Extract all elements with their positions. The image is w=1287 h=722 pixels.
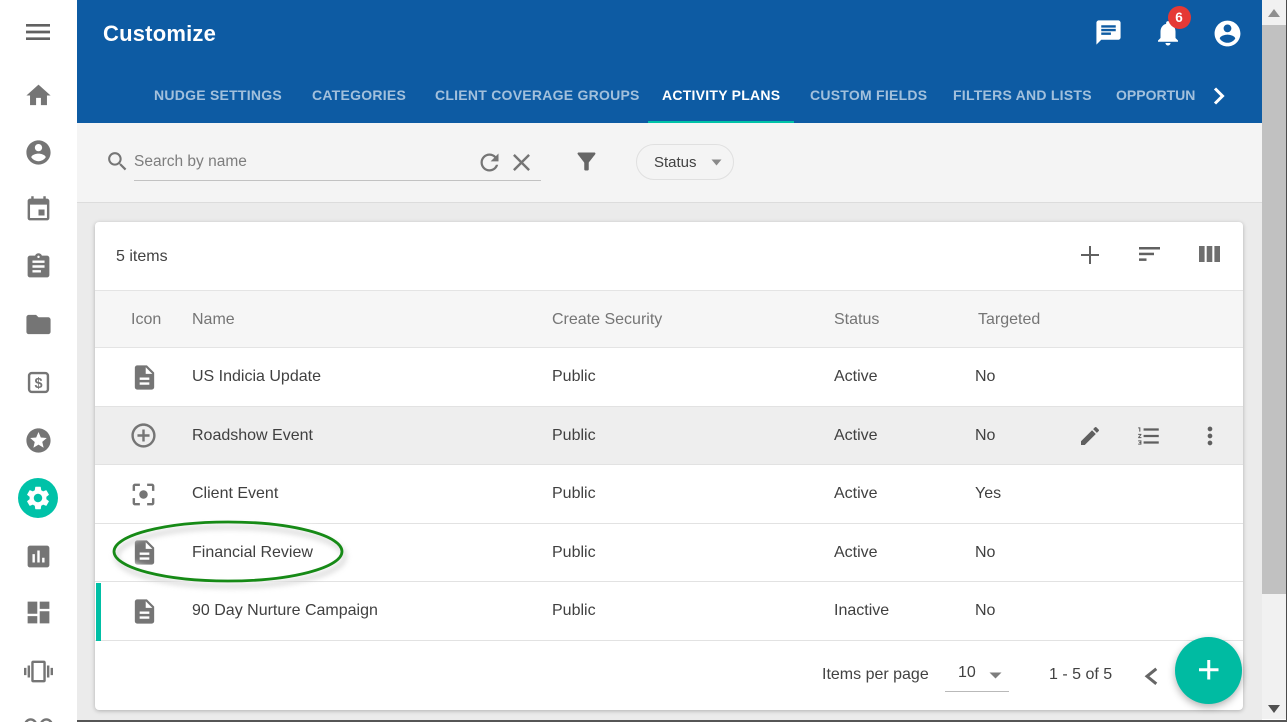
svg-text:$: $ [34,376,42,392]
